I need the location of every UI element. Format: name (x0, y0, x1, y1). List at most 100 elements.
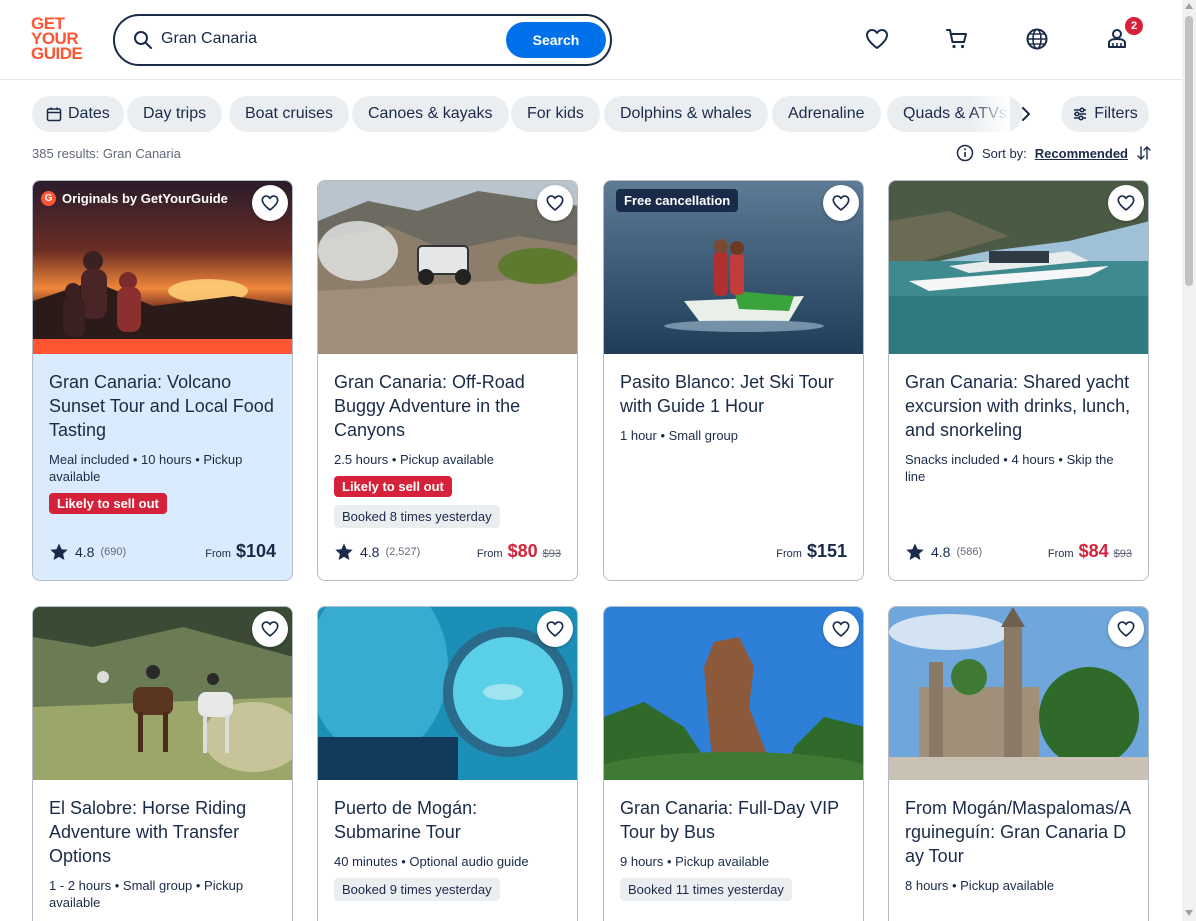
activity-title[interactable]: El Salobre: Horse Riding Adventure with … (49, 796, 276, 868)
rating: 4.8 (586) (905, 542, 982, 562)
heart-icon[interactable] (864, 26, 890, 52)
activity-meta: Meal included • 10 hours • Pickup availa… (49, 452, 243, 484)
activity-meta: Snacks included • 4 hours • Skip the lin… (905, 452, 1114, 484)
activity-meta: 9 hours • Pickup available (620, 854, 770, 869)
rating: 4.8 (2,527) (334, 542, 420, 562)
activity-image (889, 607, 1148, 780)
activity-image: G Originals by GetYourGuide (33, 181, 292, 354)
info-icon[interactable] (956, 144, 974, 162)
activity-meta: 40 minutes • Optional audio guide (334, 854, 529, 869)
chips-next-button[interactable] (1014, 102, 1038, 126)
calendar-icon (46, 107, 62, 122)
activity-image (318, 181, 577, 354)
sort-value[interactable]: Recommended (1035, 146, 1128, 161)
filters-icon (1074, 107, 1087, 121)
site-header: GET YOUR GUIDE Gran Canaria Search 2 (0, 0, 1182, 80)
heart-icon (546, 195, 564, 211)
originals-label: G Originals by GetYourGuide (41, 191, 228, 206)
activity-image (318, 607, 577, 780)
sort-control[interactable]: Sort by: Recommended (956, 144, 1152, 162)
chip-adrenaline[interactable]: Adrenaline (772, 96, 881, 132)
chevron-right-icon (1022, 107, 1030, 121)
activity-image (604, 607, 863, 780)
cart-count-badge: 2 (1125, 17, 1143, 35)
search-bar[interactable]: Gran Canaria Search (113, 14, 612, 66)
add-to-wishlist-button[interactable] (823, 185, 859, 221)
add-to-wishlist-button[interactable] (252, 611, 288, 647)
globe-icon[interactable] (1024, 26, 1050, 52)
search-button[interactable]: Search (506, 22, 606, 58)
price: From $84 $93 (1047, 541, 1132, 561)
free-cancellation-tag: Free cancellation (616, 189, 739, 212)
add-to-wishlist-button[interactable] (537, 185, 573, 221)
star-icon (50, 543, 68, 560)
scroll-down-arrow-icon[interactable] (1185, 910, 1193, 916)
star-icon (335, 543, 353, 560)
price: From $151 (776, 541, 847, 561)
page-scrollbar[interactable] (1182, 0, 1196, 921)
heart-icon (261, 621, 279, 637)
chip-boat-cruises[interactable]: Boat cruises (229, 96, 350, 132)
activity-meta: 8 hours • Pickup available (905, 878, 1055, 893)
filters-button[interactable]: Filters (1061, 96, 1149, 132)
chip-for-kids[interactable]: For kids (511, 96, 600, 132)
activity-meta: 1 hour • Small group (620, 428, 739, 443)
scroll-up-arrow-icon[interactable] (1185, 3, 1193, 9)
getyourguide-logo[interactable]: GET YOUR GUIDE (31, 15, 91, 62)
activity-meta: 2.5 hours • Pickup available (334, 452, 494, 467)
activity-card[interactable]: From Mogán/Maspalomas/Arguineguín: Gran … (888, 606, 1149, 921)
booked-count-badge: Booked 11 times yesterday (620, 878, 792, 901)
chip-canoes-kayaks[interactable]: Canoes & kayaks (352, 96, 509, 132)
price: From $80 $93 (476, 541, 561, 561)
activity-title[interactable]: Pasito Blanco: Jet Ski Tour with Guide 1… (620, 370, 847, 418)
activity-card[interactable]: Gran Canaria: Shared yacht excursion wit… (888, 180, 1149, 581)
activity-card[interactable]: Free cancellation Pasito Blanco: Jet Ski… (603, 180, 864, 581)
search-input[interactable]: Gran Canaria (161, 30, 257, 48)
rating: 4.8 (690) (49, 542, 126, 562)
add-to-wishlist-button[interactable] (823, 611, 859, 647)
likely-to-sell-out-badge: Likely to sell out (334, 476, 452, 497)
search-icon (134, 31, 152, 49)
heart-icon (832, 195, 850, 211)
heart-icon (1117, 621, 1135, 637)
booked-count-badge: Booked 9 times yesterday (334, 878, 500, 901)
activity-card[interactable]: Puerto de Mogán: Submarine Tour 40 minut… (317, 606, 578, 921)
originals-bar (33, 339, 292, 354)
activity-image: Free cancellation (604, 181, 863, 354)
activity-title[interactable]: Gran Canaria: Off-Road Buggy Adventure i… (334, 370, 561, 442)
chip-dolphins-whales[interactable]: Dolphins & whales (604, 96, 768, 132)
activity-title[interactable]: Gran Canaria: Full-Day VIP Tour by Bus (620, 796, 847, 844)
activity-card[interactable]: Gran Canaria: Off-Road Buggy Adventure i… (317, 180, 578, 581)
add-to-wishlist-button[interactable] (252, 185, 288, 221)
activity-meta: 1 - 2 hours • Small group • Pickup avail… (49, 878, 244, 910)
heart-icon (261, 195, 279, 211)
chip-dates[interactable]: Dates (32, 96, 124, 132)
sort-icon[interactable] (1136, 145, 1152, 161)
activity-card[interactable]: Gran Canaria: Full-Day VIP Tour by Bus 9… (603, 606, 864, 921)
activity-image (33, 607, 292, 780)
chips-fade (970, 96, 1010, 132)
add-to-wishlist-button[interactable] (1108, 611, 1144, 647)
activity-title[interactable]: Gran Canaria: Shared yacht excursion wit… (905, 370, 1132, 442)
star-icon (906, 543, 924, 560)
chip-day-trips[interactable]: Day trips (127, 96, 223, 132)
add-to-wishlist-button[interactable] (1108, 185, 1144, 221)
activity-image (889, 181, 1148, 354)
price: From $104 (205, 541, 276, 561)
heart-icon (832, 621, 850, 637)
heart-icon (546, 621, 564, 637)
activity-card[interactable]: G Originals by GetYourGuide Gran Canaria:… (32, 180, 293, 581)
likely-to-sell-out-badge: Likely to sell out (49, 493, 167, 514)
activity-title[interactable]: Puerto de Mogán: Submarine Tour (334, 796, 561, 844)
sort-label: Sort by: (982, 145, 1027, 161)
scrollbar-thumb[interactable] (1185, 16, 1193, 286)
getyourguide-g-icon: G (41, 191, 56, 206)
booked-count-badge: Booked 8 times yesterday (334, 505, 500, 528)
activity-title[interactable]: Gran Canaria: Volcano Sunset Tour and Lo… (49, 370, 276, 442)
cart-icon[interactable] (944, 26, 970, 52)
add-to-wishlist-button[interactable] (537, 611, 573, 647)
activity-card[interactable]: El Salobre: Horse Riding Adventure with … (32, 606, 293, 921)
activity-title[interactable]: From Mogán/Maspalomas/Arguineguín: Gran … (905, 796, 1132, 868)
heart-icon (1117, 195, 1135, 211)
category-chips: Dates Day trips Boat cruises Canoes & ka… (32, 96, 1032, 132)
